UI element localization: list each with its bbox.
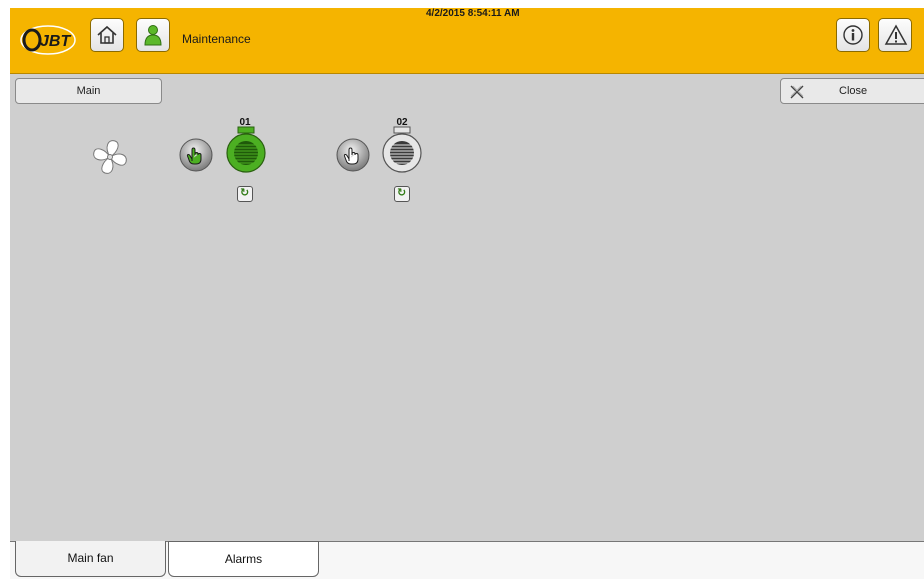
fan-01-reset-button[interactable]: ↻ bbox=[237, 186, 253, 202]
home-button[interactable] bbox=[90, 18, 124, 52]
logo-text: JBT bbox=[40, 33, 71, 50]
datetime-display: 4/2/2015 8:54:11 AM bbox=[426, 8, 520, 19]
reset-icon: ↻ bbox=[240, 187, 250, 199]
fan-02-reset-button[interactable]: ↻ bbox=[394, 186, 410, 202]
alarm-button[interactable] bbox=[878, 18, 912, 52]
tab-main[interactable]: Main bbox=[15, 78, 162, 104]
close-label: Close bbox=[839, 85, 868, 97]
tab-main-fan[interactable]: Main fan bbox=[15, 541, 166, 577]
fan-icon bbox=[93, 140, 127, 174]
fan-01-manual-button[interactable] bbox=[179, 138, 213, 172]
reset-icon: ↻ bbox=[397, 187, 407, 199]
home-icon bbox=[97, 25, 117, 44]
header-bar: JBT Maintenance 4/2/2015 8:54:11 AM bbox=[10, 8, 924, 74]
fan-01-status-indicator bbox=[226, 126, 266, 173]
close-icon bbox=[790, 85, 804, 99]
bottom-tab-bar: Main fan Alarms bbox=[10, 541, 924, 579]
fan-02-status-indicator bbox=[382, 126, 422, 173]
tab-alarms[interactable]: Alarms bbox=[168, 541, 319, 577]
hmi-window: JBT Maintenance 4/2/2015 8:54:11 AM Main… bbox=[10, 8, 924, 579]
jbt-logo: JBT bbox=[20, 25, 76, 55]
info-button[interactable] bbox=[836, 18, 870, 52]
close-button[interactable]: Close bbox=[780, 78, 924, 104]
info-icon bbox=[843, 25, 863, 45]
user-icon bbox=[144, 25, 162, 46]
user-button[interactable] bbox=[136, 18, 170, 52]
fan-02-manual-button[interactable] bbox=[336, 138, 370, 172]
screen-title: Maintenance bbox=[182, 32, 251, 46]
alarm-warning-icon bbox=[884, 24, 908, 45]
